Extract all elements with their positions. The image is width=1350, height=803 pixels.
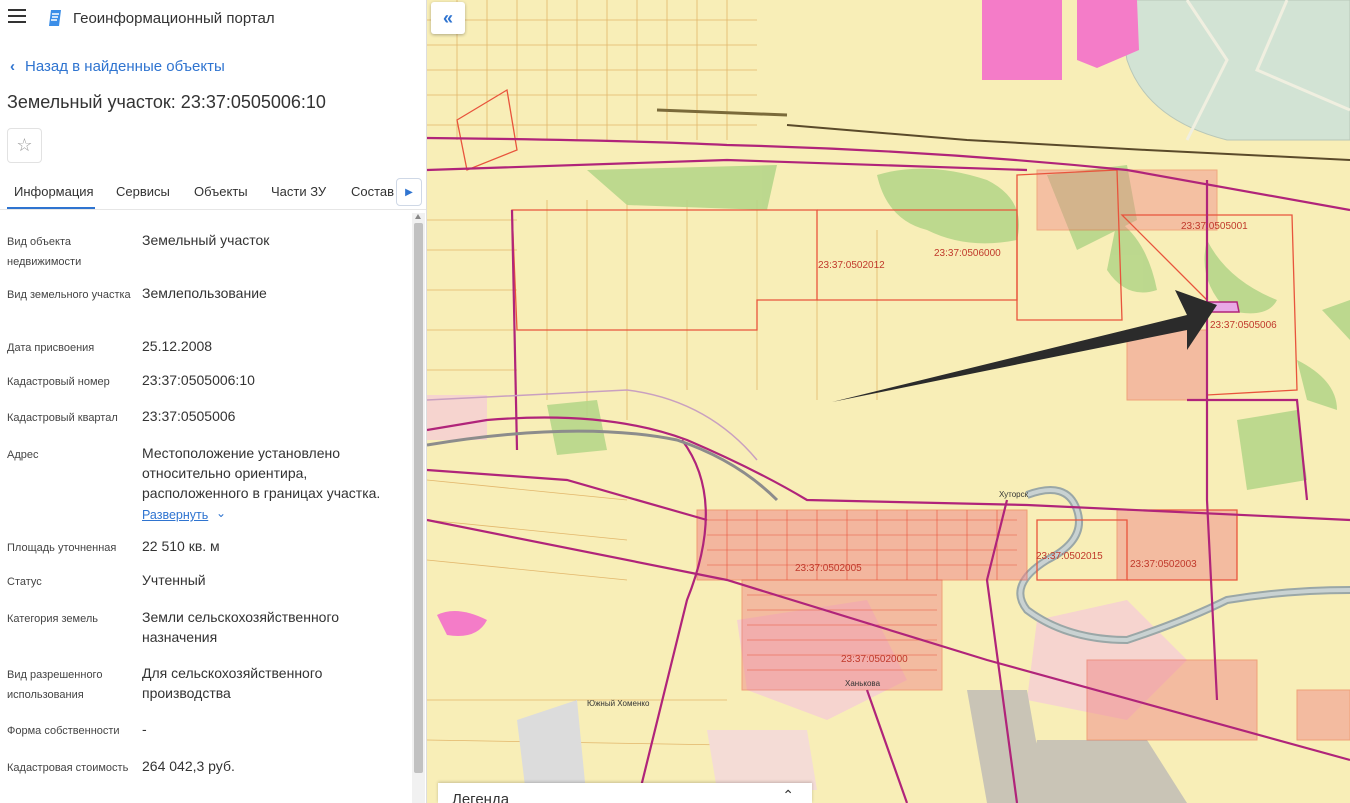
- attr-label: Адрес: [7, 449, 39, 461]
- chevron-down-icon[interactable]: ⌄: [216, 506, 226, 520]
- scrollbar-thumb[interactable]: [414, 223, 423, 773]
- attr-value: Земли сельскохозяйственного назначения: [142, 609, 340, 645]
- info-panel: Геоинформационный портал ‹ Назад в найде…: [0, 0, 427, 803]
- attr-value: 22 510 кв. м: [142, 538, 220, 554]
- active-tab-indicator: [7, 207, 95, 209]
- attr-label: Кадастровый номер: [7, 376, 110, 388]
- chevron-left-icon: ‹: [10, 58, 15, 75]
- favorite-button[interactable]: ☆: [7, 128, 42, 163]
- legend-panel[interactable]: Легенда ⌃: [438, 783, 812, 803]
- back-link-label: Назад в найденные объекты: [25, 58, 225, 75]
- attr-label: Форма собственности: [7, 725, 120, 737]
- map-label: 23:37:0506000: [934, 248, 1001, 259]
- chevron-up-icon[interactable]: ⌃: [782, 787, 794, 803]
- map-label: Хуторск: [999, 490, 1029, 499]
- map-view[interactable]: 23:37:0505001 23:37:0506000 23:37:050201…: [427, 0, 1350, 803]
- map-canvas[interactable]: 23:37:0505001 23:37:0506000 23:37:050201…: [427, 0, 1350, 803]
- map-label: 23:37:0502005: [795, 563, 862, 574]
- map-label: Южный Хоменко: [587, 699, 650, 708]
- attr-label: Кадастровая стоимость: [7, 762, 129, 774]
- attr-label: Вид объекта недвижимости: [7, 236, 82, 268]
- object-title: Земельный участок: 23:37:0505006:10: [7, 92, 326, 112]
- attr-value: Землепользование: [142, 285, 267, 301]
- portal-logo-icon: [45, 8, 65, 28]
- attr-value: Местоположение установлено относительно …: [142, 445, 381, 501]
- tab-information[interactable]: Информация: [14, 184, 94, 199]
- top-bar: Геоинформационный портал: [0, 0, 426, 36]
- star-icon: ☆: [16, 135, 33, 155]
- map-label: 23:37:0502015: [1036, 551, 1103, 562]
- scroll-up-arrow-icon[interactable]: [415, 214, 421, 219]
- expand-address-link[interactable]: Развернуть: [142, 508, 208, 522]
- attr-value: Земельный участок: [142, 232, 270, 248]
- double-chevron-left-icon: «: [442, 7, 453, 28]
- map-label: 23:37:0505001: [1181, 221, 1248, 232]
- caret-right-icon: ▶: [405, 186, 413, 198]
- map-label: 23:37:0502012: [818, 260, 885, 271]
- map-label: Ханькова: [845, 679, 881, 688]
- map-label: 23:37:0502000: [841, 654, 908, 665]
- tab-objects[interactable]: Объекты: [194, 184, 248, 199]
- attr-label: Вид разрешенного использования: [7, 669, 103, 701]
- attr-value: 264 042,3 руб.: [142, 758, 235, 774]
- attr-value: 23:37:0505006: [142, 408, 236, 424]
- portal-title: Геоинформационный портал: [73, 10, 275, 27]
- attr-value: 23:37:0505006:10: [142, 372, 255, 388]
- attr-label: Кадастровый квартал: [7, 412, 118, 424]
- attr-label: Дата присвоения: [7, 342, 95, 354]
- tab-parts[interactable]: Части ЗУ: [271, 184, 326, 199]
- attr-label: Вид земельного участка: [7, 289, 131, 301]
- tabs-scroll-right-button[interactable]: ▶: [396, 178, 422, 206]
- tabs: Информация Сервисы Объекты Части ЗУ Сост…: [0, 178, 426, 210]
- tab-composition[interactable]: Состав: [351, 184, 394, 199]
- map-label: 23:37:0502003: [1130, 559, 1197, 570]
- attr-value: Для сельскохозяйственного производства: [142, 665, 323, 701]
- map-label: 23:37:0505006: [1210, 320, 1277, 331]
- legend-title: Легенда: [452, 791, 510, 803]
- hamburger-icon[interactable]: [8, 9, 26, 25]
- attr-value: Учтенный: [142, 572, 206, 588]
- collapse-panel-button[interactable]: «: [431, 2, 465, 34]
- back-to-results-link[interactable]: ‹ Назад в найденные объекты: [10, 58, 225, 75]
- attr-value: -: [142, 721, 147, 737]
- tab-services[interactable]: Сервисы: [116, 184, 170, 199]
- panel-scrollbar[interactable]: [412, 213, 425, 803]
- attr-value: 25.12.2008: [142, 338, 213, 354]
- attribute-list: Вид объекта недвижимости Земельный участ…: [0, 215, 410, 803]
- attr-label: Площадь уточненная: [7, 542, 117, 554]
- attr-label: Статус: [7, 576, 42, 588]
- attr-label: Категория земель: [7, 613, 98, 625]
- pink-area: [982, 0, 1062, 80]
